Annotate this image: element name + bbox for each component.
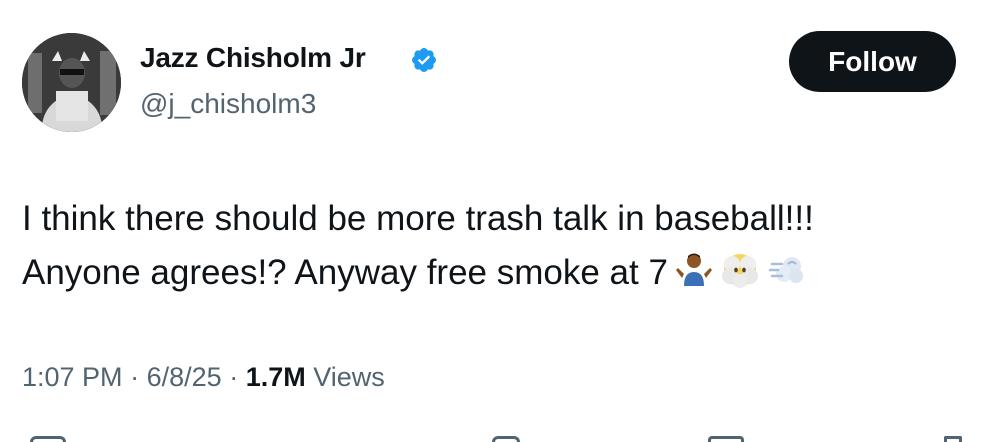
profile-photo-icon — [22, 33, 121, 132]
share-icon[interactable] — [944, 436, 962, 442]
tweet-text: I think there should be more trash talk … — [22, 192, 814, 300]
tweet-line-1: I think there should be more trash talk … — [22, 199, 814, 238]
like-icon[interactable] — [492, 436, 520, 442]
views-label: Views — [313, 362, 385, 392]
views-count: 1.7M — [245, 362, 306, 392]
dashing-away-emoji-icon — [766, 250, 806, 290]
avatar[interactable] — [22, 33, 121, 132]
person-shrugging-emoji-icon — [674, 250, 714, 290]
meta-separator: · — [229, 362, 239, 392]
follow-button[interactable]: Follow — [789, 31, 956, 92]
bookmark-icon[interactable] — [708, 436, 744, 442]
action-row — [0, 428, 1000, 442]
user-handle[interactable]: @j_chisholm3 — [140, 88, 316, 120]
reply-icon[interactable] — [30, 436, 66, 442]
face-in-clouds-emoji-icon — [720, 250, 760, 290]
tweet-time[interactable]: 1:07 PM — [22, 362, 123, 392]
verified-badge-icon — [410, 46, 438, 74]
tweet-line-2: Anyone agrees!? Anyway free smoke at 7 — [22, 246, 814, 300]
display-name[interactable]: Jazz Chisholm Jr — [140, 42, 366, 74]
meta-separator: · — [130, 362, 140, 392]
tweet-meta: 1:07 PM · 6/8/25 · 1.7M Views — [22, 362, 385, 393]
tweet-date[interactable]: 6/8/25 — [147, 362, 222, 392]
